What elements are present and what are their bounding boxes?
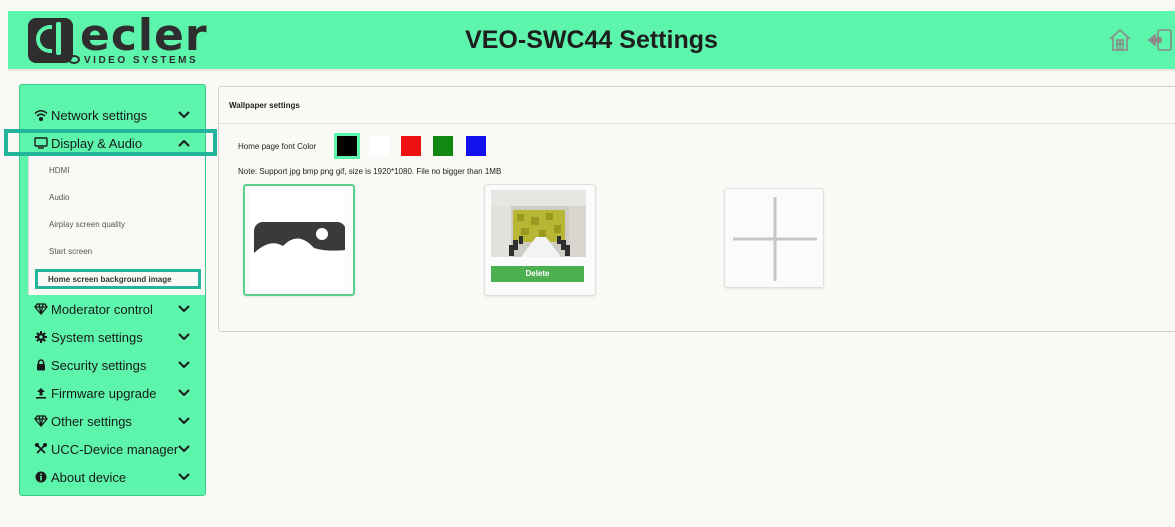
sub-item-start-screen[interactable]: Start screen <box>49 247 92 256</box>
font-color-swatch-white[interactable] <box>369 136 389 156</box>
wifi-icon <box>34 108 48 122</box>
chevron-down-icon <box>178 333 190 341</box>
sidebar-item-network-settings[interactable]: Network settings <box>20 102 205 128</box>
upload-icon <box>34 386 48 400</box>
eye-icon <box>68 55 80 64</box>
sidebar-item-label: UCC-Device manager <box>51 441 179 457</box>
font-color-label: Home page font Color <box>238 142 317 151</box>
gear-icon <box>34 330 48 344</box>
default-image-thumbnail <box>250 190 345 288</box>
sub-item-hdmi[interactable]: HDMI <box>49 166 69 175</box>
sidebar-item-label: Display & Audio <box>51 135 143 151</box>
wallpaper-card-photo[interactable]: Delete <box>484 184 596 296</box>
info-icon <box>34 470 48 484</box>
sub-item-audio[interactable]: Audio <box>49 193 69 202</box>
sidebar-item-system-settings[interactable]: System settings <box>20 324 205 350</box>
font-color-swatch-red[interactable] <box>401 136 421 156</box>
sidebar-item-display-audio[interactable]: Display & Audio <box>20 130 205 156</box>
add-wallpaper-button[interactable] <box>724 188 824 288</box>
sidebar-nav: Network settings Display & Audio HDMI Au… <box>19 84 206 496</box>
wallpaper-settings-panel: Wallpaper settings Home page font Color … <box>218 86 1175 332</box>
chevron-down-icon <box>178 417 190 425</box>
chevron-down-icon <box>178 473 190 481</box>
tools-icon <box>34 442 48 456</box>
conference-room-thumbnail <box>491 190 586 257</box>
delete-wallpaper-button[interactable]: Delete <box>491 266 584 282</box>
home-icon[interactable] <box>1107 27 1133 53</box>
sidebar-item-moderator-control[interactable]: Moderator control <box>20 296 205 322</box>
sidebar-item-firmware-upgrade[interactable]: Firmware upgrade <box>20 380 205 406</box>
sub-item-airplay-quality[interactable]: Airplay screen quality <box>49 220 125 229</box>
wallpaper-card-default[interactable] <box>243 184 355 296</box>
sidebar-item-label: Firmware upgrade <box>51 385 157 401</box>
section-title: Wallpaper settings <box>229 101 300 110</box>
sidebar-item-label: Network settings <box>51 107 148 123</box>
sidebar-item-label: System settings <box>51 329 143 345</box>
chevron-down-icon <box>178 361 190 369</box>
sidebar-item-other-settings[interactable]: Other settings <box>20 408 205 434</box>
monitor-icon <box>34 136 48 150</box>
diamond-icon <box>34 302 48 316</box>
sidebar-item-security-settings[interactable]: Security settings <box>20 352 205 378</box>
sidebar-item-ucc-device-manager[interactable]: UCC-Device manager <box>20 436 205 462</box>
top-header: ecler VIDEO SYSTEMS VEO-SWC44 Settings <box>8 10 1175 71</box>
font-color-swatch-blue[interactable] <box>466 136 486 156</box>
page-title: VEO-SWC44 Settings <box>465 26 718 54</box>
sidebar-item-label: Security settings <box>51 357 147 373</box>
logo-subtitle: VIDEO SYSTEMS <box>84 55 199 66</box>
sidebar-item-about-device[interactable]: About device <box>20 464 205 490</box>
chevron-down-icon <box>178 389 190 397</box>
sidebar-item-label: Other settings <box>51 413 132 429</box>
diamond-icon <box>34 414 48 428</box>
lock-icon <box>34 358 48 372</box>
sidebar-item-label: About device <box>51 469 127 485</box>
chevron-down-icon <box>178 111 190 119</box>
chevron-down-icon <box>178 305 190 313</box>
chevron-down-icon <box>178 445 190 453</box>
display-audio-submenu: HDMI Audio Airplay screen quality Start … <box>28 156 205 295</box>
upload-note: Note: Support jpg bmp png gif, size is 1… <box>238 167 502 176</box>
divider <box>219 123 1175 124</box>
font-color-swatch-black[interactable] <box>334 133 360 159</box>
sub-item-home-background[interactable]: Home screen background image <box>35 269 201 289</box>
sidebar-item-label: Moderator control <box>51 301 153 317</box>
font-color-swatch-green[interactable] <box>433 136 453 156</box>
image-placeholder-icon <box>254 222 345 264</box>
logout-icon[interactable] <box>1147 27 1173 53</box>
chevron-up-icon <box>178 139 190 147</box>
plus-icon <box>733 197 817 281</box>
